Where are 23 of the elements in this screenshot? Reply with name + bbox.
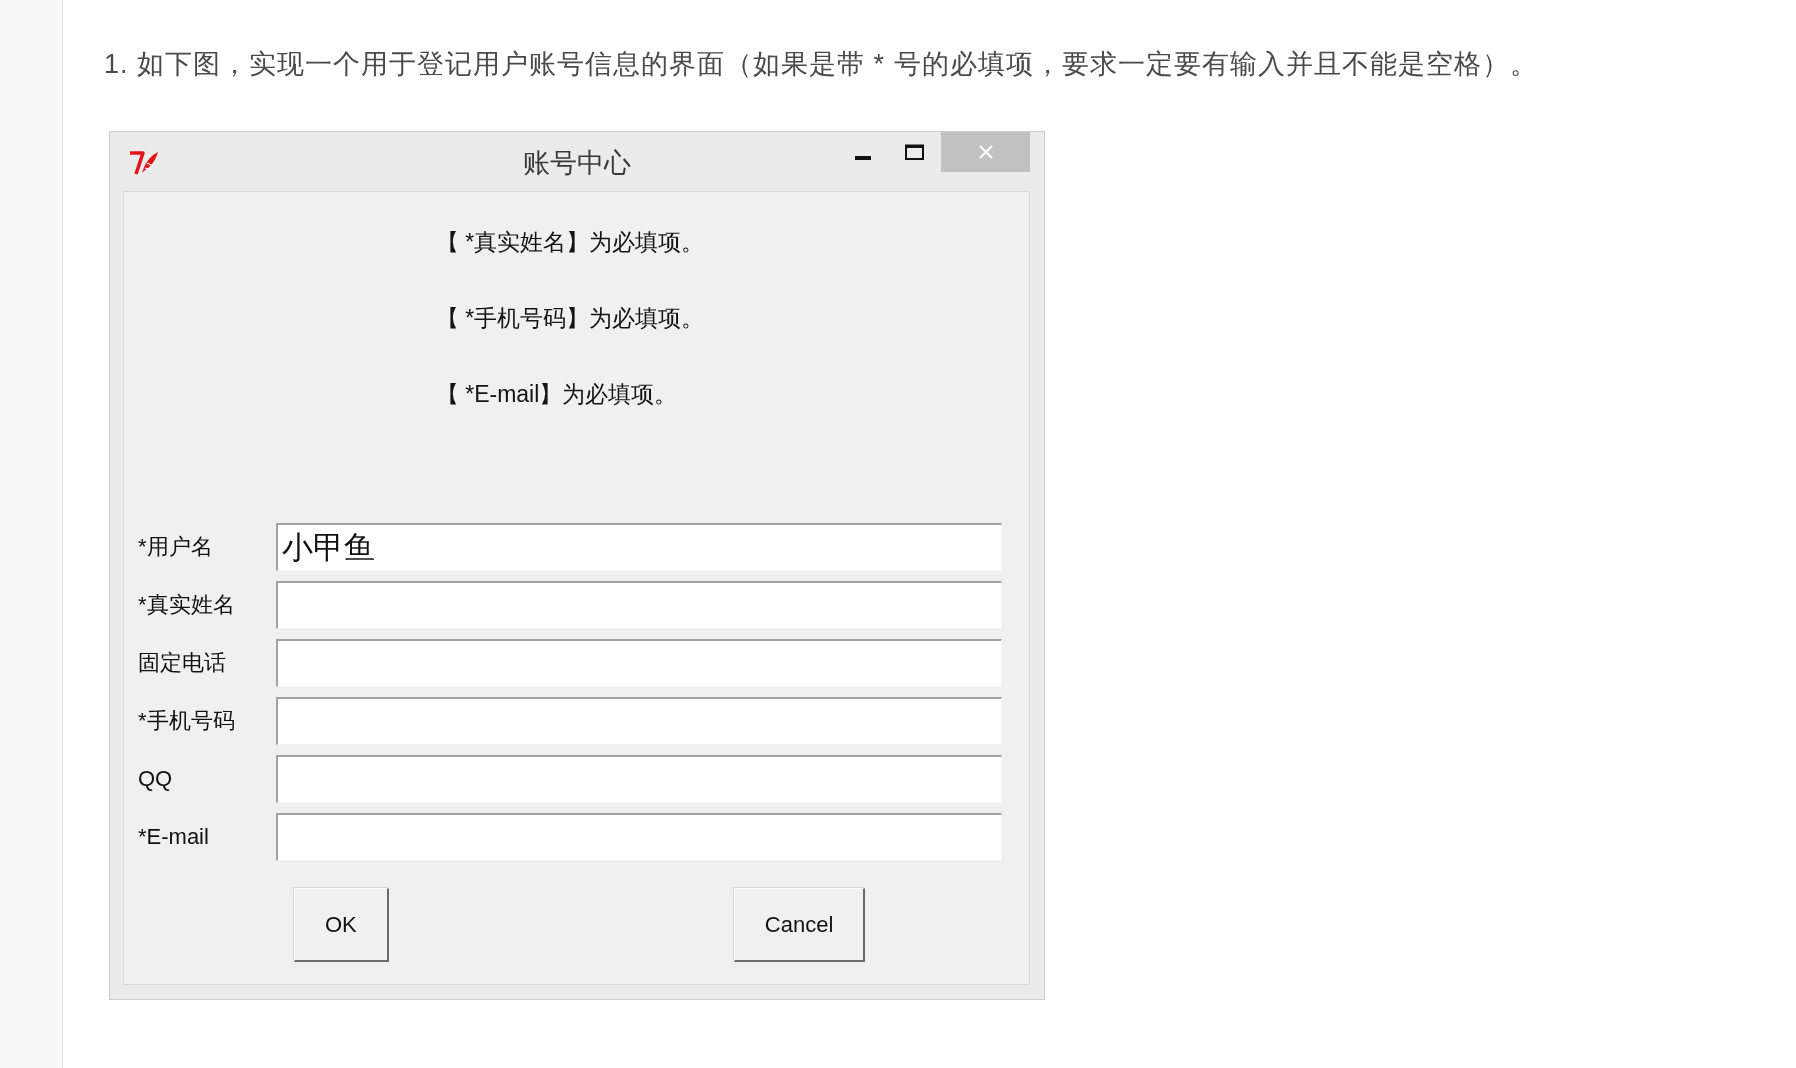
input-field[interactable] [276,813,1002,861]
close-button[interactable] [941,132,1030,172]
input-field[interactable] [276,581,1002,629]
field-label: *手机号码 [138,707,236,735]
field-label: *用户名 [138,533,214,561]
notice-text: 【 *手机号码】为必填项。 [435,304,705,333]
field-label: *真实姓名 [138,591,236,619]
field-label: QQ [138,766,174,792]
dialog-button[interactable]: Cancel [733,888,866,962]
input-field[interactable] [276,755,1002,803]
field-label: *E-mail [138,824,210,850]
input-field[interactable] [276,697,1002,745]
dialog-button[interactable]: OK [294,888,389,962]
input-field[interactable]: 小甲鱼 [276,523,1002,571]
close-icon [978,145,993,159]
field-label: 固定电话 [138,649,227,677]
feather-icon [128,149,160,176]
intro-text: 1. 如下图，实现一个用于登记用户账号信息的界面（如果是带 * 号的必填项，要求一定要有输入并且不能是空格）。 [104,48,1538,81]
window-title: 账号中心 [522,146,631,180]
maximize-icon[interactable] [905,144,924,160]
notice-text: 【 *E-mail】为必填项。 [435,380,678,409]
input-field[interactable] [276,639,1002,687]
notice-text: 【 *真实姓名】为必填项。 [435,228,705,257]
